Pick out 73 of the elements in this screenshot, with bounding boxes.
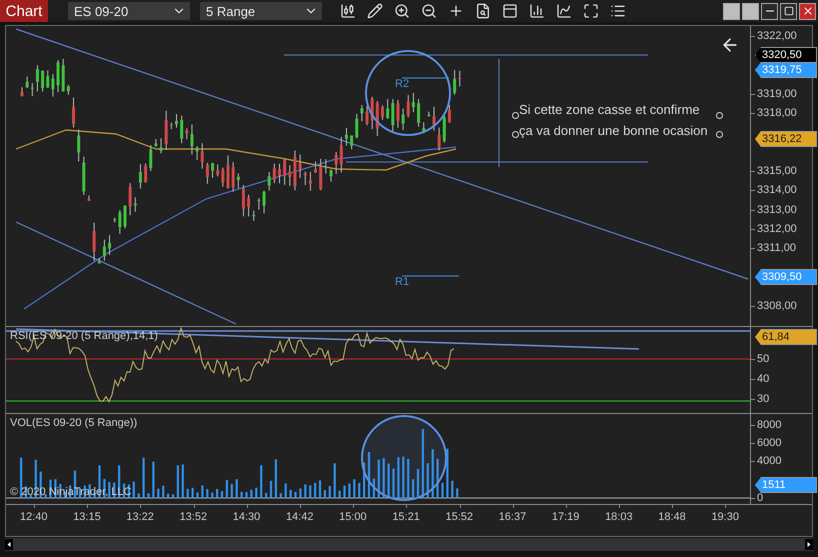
axis-label: 3315,00 <box>751 165 797 178</box>
axis-label: 40 <box>751 373 770 385</box>
list-icon <box>610 3 626 19</box>
panel-icon <box>502 3 518 19</box>
time-label: 17:19 <box>552 505 606 527</box>
price-marker: 3316,22 <box>755 131 817 147</box>
horizontal-scrollbar[interactable] <box>5 538 813 551</box>
crosshair-icon <box>448 3 464 19</box>
axis-label: 0 <box>751 492 764 504</box>
time-label: 14:42 <box>286 505 340 527</box>
axis-label: 4000 <box>751 455 782 467</box>
instrument-dropdown[interactable]: ES 09-20 <box>68 2 190 20</box>
axis-label: 3311,00 <box>751 242 796 254</box>
axis-label: 3312,00 <box>751 223 797 235</box>
axis-label: 3318,00 <box>751 107 797 120</box>
time-label: 16:37 <box>498 505 552 527</box>
zoom-out-icon <box>420 3 436 19</box>
minimize-button[interactable] <box>761 2 778 20</box>
axis-label: 8000 <box>751 419 782 431</box>
time-label: 13:22 <box>126 505 180 527</box>
axis-label: 3313,00 <box>751 204 797 216</box>
pencil-icon <box>366 3 382 19</box>
resize-handle[interactable] <box>716 112 723 119</box>
indicator-title: VOL(ES 09-20 (5 Range)) <box>10 417 138 429</box>
circle-marking[interactable] <box>361 415 447 501</box>
axis-label: 3322,00 <box>751 30 797 42</box>
level-label: R2 <box>395 78 410 90</box>
document-search-icon <box>474 3 490 19</box>
trend-line[interactable] <box>16 221 236 325</box>
time-label: 18:03 <box>605 505 658 527</box>
maximize-icon <box>784 6 794 16</box>
time-label: 18:48 <box>658 505 712 527</box>
axis-label: 3308,00 <box>751 300 797 312</box>
time-label: 13:52 <box>180 505 233 527</box>
time-label: 15:52 <box>446 505 499 527</box>
zoom-in-icon <box>394 3 410 19</box>
resize-handle[interactable] <box>512 112 519 119</box>
time-label: 12:40 <box>20 505 74 527</box>
time-label: 19:30 <box>711 505 765 527</box>
price-marker: 3309,50 <box>755 269 817 285</box>
axis-label: 50 <box>751 353 770 365</box>
resize-handle[interactable] <box>716 131 723 138</box>
axis-label: 3319,00 <box>751 88 797 100</box>
line-chart-icon <box>556 3 572 19</box>
window-button[interactable] <box>742 2 759 20</box>
close-icon <box>802 5 814 17</box>
expand-icon <box>582 3 598 19</box>
annotation-text: ça va donner une bonne ocasion <box>519 122 708 140</box>
resize-handle[interactable] <box>512 131 519 138</box>
axis-label: 30 <box>751 393 770 405</box>
price-marker: 3320,50 <box>755 47 817 63</box>
bar-chart-icon <box>528 3 544 19</box>
time-label: 14:30 <box>232 505 286 527</box>
rsi-value-marker: 61,84 <box>755 329 817 345</box>
level-label: R1 <box>395 276 410 288</box>
time-label: 15:21 <box>392 505 446 527</box>
window-button[interactable] <box>723 2 740 20</box>
scroll-right-icon[interactable] <box>805 539 813 550</box>
maximize-button[interactable] <box>780 2 797 20</box>
pencil-button[interactable] <box>365 2 384 20</box>
close-button[interactable] <box>799 2 816 20</box>
candlestick-icon <box>340 3 356 19</box>
volume-value-marker: 1511 <box>755 477 817 493</box>
time-label: 13:15 <box>73 505 126 527</box>
price-marker: 3319,75 <box>755 62 817 78</box>
circle-marking[interactable] <box>365 50 451 136</box>
annotation-text: Si cette zone casse et confirme <box>519 101 700 119</box>
chart-tab[interactable]: Chart <box>0 0 48 22</box>
axis-label: 6000 <box>751 437 782 449</box>
period-dropdown[interactable]: 5 Range <box>200 2 322 20</box>
scroll-left-icon[interactable] <box>5 539 13 550</box>
time-label: 15:00 <box>339 505 392 527</box>
axis-label: 3314,00 <box>751 184 797 196</box>
